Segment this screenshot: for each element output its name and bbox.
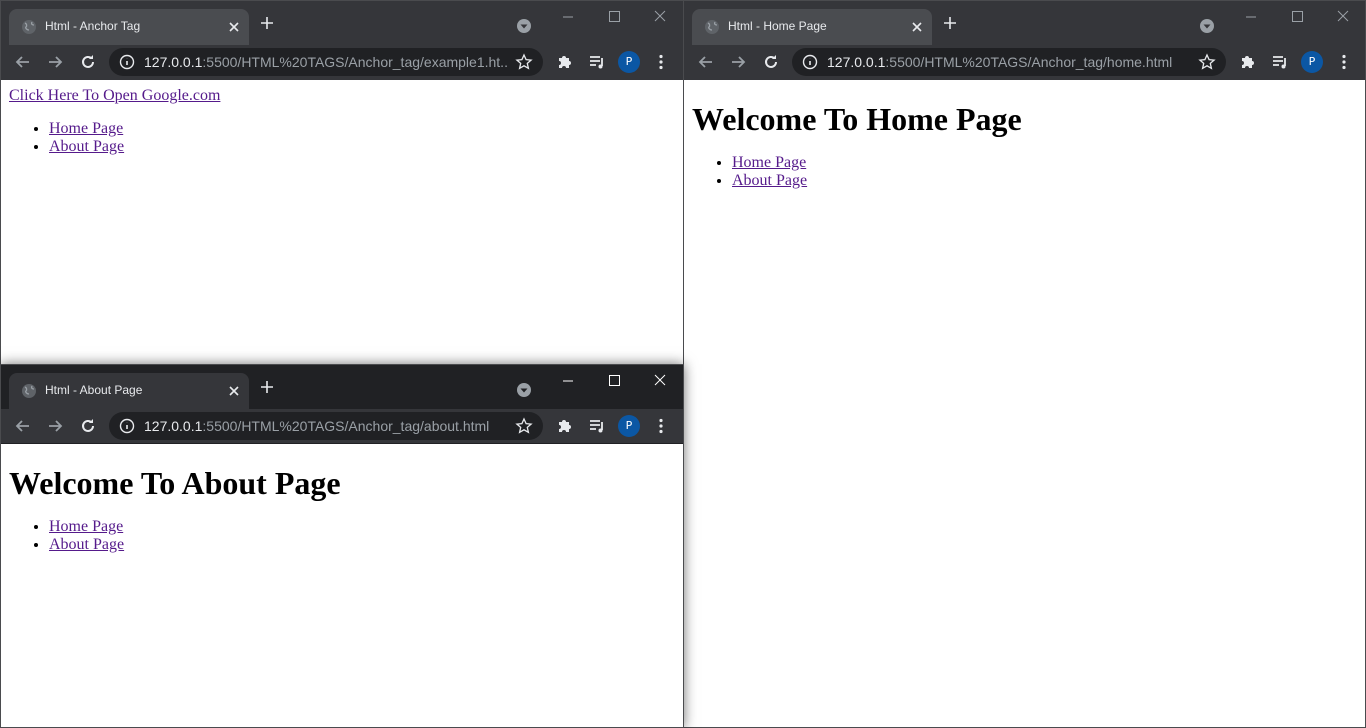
- toolbar: 127.0.0.1:5500/HTML%20TAGS/Anchor_tag/ab…: [1, 409, 683, 443]
- playlist-icon[interactable]: [1270, 52, 1290, 72]
- avatar[interactable]: P: [618, 415, 640, 437]
- arrow-right-icon[interactable]: [45, 52, 65, 72]
- plus-icon[interactable]: [259, 379, 275, 395]
- avatar[interactable]: P: [618, 51, 640, 73]
- star-icon[interactable]: [1198, 53, 1216, 71]
- globe-icon: [21, 383, 37, 399]
- tab-title: Html - Home Page: [728, 19, 827, 33]
- tab-title: Html - Anchor Tag: [45, 19, 141, 33]
- plus-icon[interactable]: [942, 15, 958, 31]
- tab-home-page[interactable]: Html - Home Page: [692, 9, 932, 45]
- info-icon[interactable]: [802, 54, 818, 70]
- tab-about-page[interactable]: Html - About Page: [9, 373, 249, 409]
- minimize-icon[interactable]: [553, 7, 583, 27]
- address-bar[interactable]: 127.0.0.1:5500/HTML%20TAGS/Anchor_tag/ex…: [109, 48, 543, 76]
- url-host: 127.0.0.1: [144, 418, 203, 434]
- reload-icon[interactable]: [78, 416, 98, 436]
- maximize-icon[interactable]: [599, 371, 629, 391]
- nav-list: Home Page About Page: [1, 518, 683, 554]
- browser-window-about-page: Html - About Page 127.0.0.1:5500/HTML%20…: [0, 364, 684, 728]
- close-window-icon[interactable]: [645, 371, 675, 391]
- star-icon[interactable]: [515, 53, 533, 71]
- url-text: 127.0.0.1:5500/HTML%20TAGS/Anchor_tag/ab…: [144, 418, 508, 434]
- chevron-down-circle-icon[interactable]: [515, 17, 533, 35]
- arrow-left-icon[interactable]: [13, 416, 33, 436]
- browser-window-anchor-tag: Html - Anchor Tag 127.0.0.1:5500/HTML%20…: [0, 0, 684, 368]
- reload-icon[interactable]: [761, 52, 781, 72]
- url-path: :5500/HTML%20TAGS/Anchor_tag/home.html: [885, 54, 1173, 70]
- puzzle-icon[interactable]: [555, 416, 575, 436]
- page-content: Click Here To Open Google.com Home Page …: [1, 80, 683, 367]
- chevron-down-circle-icon[interactable]: [1198, 17, 1216, 35]
- maximize-icon[interactable]: [599, 7, 629, 27]
- plus-icon[interactable]: [259, 15, 275, 31]
- title-bar[interactable]: Html - About Page: [1, 365, 683, 409]
- nav-list: Home Page About Page: [684, 154, 1365, 190]
- puzzle-icon[interactable]: [555, 52, 575, 72]
- kebab-menu-icon[interactable]: [651, 416, 671, 436]
- page-content: Welcome To About Page Home Page About Pa…: [1, 444, 683, 727]
- address-bar[interactable]: 127.0.0.1:5500/HTML%20TAGS/Anchor_tag/ho…: [792, 48, 1226, 76]
- list-item: About Page: [732, 172, 1365, 190]
- browser-window-home-page: Html - Home Page 127.0.0.1:5500/HTML%20T…: [683, 0, 1366, 728]
- star-icon[interactable]: [515, 417, 533, 435]
- tab-anchor-tag[interactable]: Html - Anchor Tag: [9, 9, 249, 45]
- home-page-link[interactable]: Home Page: [49, 518, 123, 535]
- google-link[interactable]: Click Here To Open Google.com: [9, 87, 220, 104]
- close-icon[interactable]: [908, 18, 926, 36]
- avatar[interactable]: P: [1301, 51, 1323, 73]
- minimize-icon[interactable]: [1236, 7, 1266, 27]
- playlist-icon[interactable]: [587, 52, 607, 72]
- title-bar[interactable]: Html - Home Page: [684, 1, 1365, 45]
- url-text: 127.0.0.1:5500/HTML%20TAGS/Anchor_tag/ex…: [144, 54, 508, 70]
- tab-title: Html - About Page: [45, 383, 143, 397]
- page-heading: Welcome To About Page: [9, 465, 341, 501]
- close-window-icon[interactable]: [645, 7, 675, 27]
- list-item: About Page: [49, 536, 683, 554]
- address-bar[interactable]: 127.0.0.1:5500/HTML%20TAGS/Anchor_tag/ab…: [109, 412, 543, 440]
- close-window-icon[interactable]: [1328, 7, 1358, 27]
- arrow-left-icon[interactable]: [13, 52, 33, 72]
- arrow-left-icon[interactable]: [696, 52, 716, 72]
- puzzle-icon[interactable]: [1238, 52, 1258, 72]
- info-icon[interactable]: [119, 418, 135, 434]
- list-item: Home Page: [49, 518, 683, 536]
- toolbar: 127.0.0.1:5500/HTML%20TAGS/Anchor_tag/ho…: [684, 45, 1365, 79]
- reload-icon[interactable]: [78, 52, 98, 72]
- kebab-menu-icon[interactable]: [651, 52, 671, 72]
- kebab-menu-icon[interactable]: [1334, 52, 1354, 72]
- playlist-icon[interactable]: [587, 416, 607, 436]
- nav-list: Home Page About Page: [1, 120, 683, 156]
- maximize-icon[interactable]: [1282, 7, 1312, 27]
- page-content: Welcome To Home Page Home Page About Pag…: [684, 80, 1365, 727]
- chevron-down-circle-icon[interactable]: [515, 381, 533, 399]
- minimize-icon[interactable]: [553, 371, 583, 391]
- close-icon[interactable]: [225, 18, 243, 36]
- url-host: 127.0.0.1: [827, 54, 886, 70]
- about-page-link[interactable]: About Page: [49, 536, 124, 553]
- page-heading: Welcome To Home Page: [692, 101, 1022, 137]
- url-path: :5500/HTML%20TAGS/Anchor_tag/about.html: [202, 418, 490, 434]
- info-icon[interactable]: [119, 54, 135, 70]
- list-item: Home Page: [49, 120, 683, 138]
- arrow-right-icon[interactable]: [728, 52, 748, 72]
- list-item: Home Page: [732, 154, 1365, 172]
- url-host: 127.0.0.1: [144, 54, 203, 70]
- home-page-link[interactable]: Home Page: [49, 120, 123, 137]
- close-icon[interactable]: [225, 382, 243, 400]
- title-bar[interactable]: Html - Anchor Tag: [1, 1, 683, 45]
- toolbar: 127.0.0.1:5500/HTML%20TAGS/Anchor_tag/ex…: [1, 45, 683, 79]
- globe-icon: [21, 19, 37, 35]
- about-page-link[interactable]: About Page: [732, 172, 807, 189]
- home-page-link[interactable]: Home Page: [732, 154, 806, 171]
- list-item: About Page: [49, 138, 683, 156]
- url-text: 127.0.0.1:5500/HTML%20TAGS/Anchor_tag/ho…: [827, 54, 1191, 70]
- arrow-right-icon[interactable]: [45, 416, 65, 436]
- about-page-link[interactable]: About Page: [49, 138, 124, 155]
- url-path: :5500/HTML%20TAGS/Anchor_tag/example1.ht…: [202, 54, 508, 70]
- globe-icon: [704, 19, 720, 35]
